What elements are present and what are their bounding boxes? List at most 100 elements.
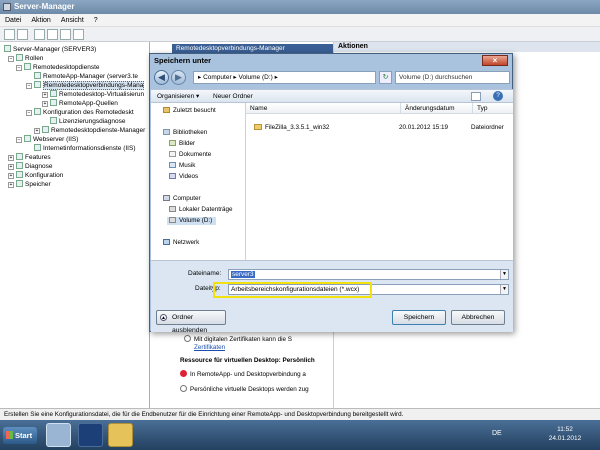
tree-item[interactable]: + Konfiguration (8, 171, 63, 180)
back-icon[interactable] (4, 29, 15, 40)
help-icon[interactable]: ? (493, 91, 503, 101)
chevron-down-icon[interactable]: ▼ (500, 270, 508, 279)
file-row[interactable]: FileZilla_3.3.5.1_win32 20.01.2012 15:19 D… (248, 123, 511, 133)
collapse-icon[interactable]: − (16, 137, 22, 143)
drive-icon (169, 217, 176, 223)
help-icon[interactable] (60, 29, 71, 40)
nav-libraries[interactable]: Bibliotheken (163, 129, 207, 137)
column-date[interactable]: Änderungsdatum (400, 103, 472, 114)
tree-item[interactable]: + Speicher (8, 180, 51, 189)
nav-recent[interactable]: Zuletzt besucht (163, 107, 216, 115)
tree-item[interactable]: + Remotedesktop-Virtualisierun (42, 90, 144, 99)
server-manager-taskbar-icon[interactable] (46, 423, 71, 447)
iis-icon (34, 144, 41, 151)
tree-item[interactable]: Server-Manager (SERVER3) (4, 45, 96, 54)
search-input[interactable]: Volume (D:) durchsuchen (395, 71, 510, 84)
configuration-root-icon (16, 171, 23, 178)
configuration-icon (34, 108, 41, 115)
dialog-title: Speichern unter (154, 56, 212, 65)
roles-icon (16, 54, 23, 61)
properties-icon[interactable] (73, 29, 84, 40)
nav-documents[interactable]: Dokumente (169, 151, 211, 159)
computer-icon (163, 195, 170, 201)
save-button[interactable]: Speichern (392, 310, 446, 325)
tree-item-selected[interactable]: − Remotedesktopverbindungs-Mana (26, 81, 145, 90)
expand-icon[interactable]: + (42, 101, 48, 107)
powershell-icon[interactable] (78, 423, 103, 447)
expand-icon[interactable]: + (42, 92, 48, 98)
start-button[interactable]: Start (3, 427, 37, 444)
nav-volume-d[interactable]: Volume (D:) (167, 217, 217, 225)
certificates-link[interactable]: Zertifikaten (194, 344, 225, 351)
menu-datei[interactable]: Datei (0, 14, 26, 27)
tree-item[interactable]: Internetinformationsdienste (IIS) (34, 144, 136, 153)
organize-button[interactable]: Organisieren ▾ (157, 90, 199, 103)
tree-item[interactable]: Lizenzierungsdiagnose (50, 117, 126, 126)
collapse-icon[interactable]: − (26, 110, 32, 116)
expand-icon[interactable]: + (8, 155, 14, 161)
cancel-button[interactable]: Abbrechen (451, 310, 505, 325)
tree-item[interactable]: RemoteApp-Manager (server3.te (34, 72, 138, 81)
folder-icon (254, 124, 262, 130)
up-folder-icon[interactable] (34, 29, 45, 40)
view-icon[interactable] (471, 92, 481, 101)
tree-item[interactable]: − Webserver (IIS) (16, 135, 78, 144)
navigation-pane: Zuletzt besucht Bibliotheken Bilder Doku… (151, 103, 246, 260)
chevron-down-icon[interactable]: ▼ (500, 285, 508, 294)
nav-videos[interactable]: Videos (169, 173, 198, 181)
tree-item[interactable]: + Features (8, 153, 51, 162)
tree-item[interactable]: + Remotedesktopdienste-Manager (34, 126, 145, 135)
column-name[interactable]: Name (246, 103, 400, 114)
toolbar (0, 27, 600, 42)
refresh-icon[interactable]: ↻ (379, 71, 392, 84)
expand-icon[interactable]: + (8, 182, 14, 188)
menu-ansicht[interactable]: Ansicht (56, 14, 89, 27)
clock[interactable]: 11:52 24.01.2012 (540, 425, 590, 443)
menu-aktion[interactable]: Aktion (26, 14, 55, 27)
tree-item[interactable]: + Diagnose (8, 162, 52, 171)
remoteapp-icon (34, 72, 41, 79)
server-manager-icon (3, 3, 11, 11)
new-folder-button[interactable]: Neuer Ordner (213, 90, 253, 103)
language-indicator[interactable]: DE (492, 428, 502, 440)
expand-icon[interactable]: + (34, 128, 40, 134)
collapse-icon[interactable]: − (8, 56, 14, 62)
window-title: Server-Manager (14, 2, 75, 11)
address-bar[interactable]: ▸ Computer ▸ Volume (D:) ▸ (193, 71, 376, 84)
forward-icon[interactable] (17, 29, 28, 40)
address-row: ◀ ▶ ▸ Computer ▸ Volume (D:) ▸ ↻ Volume … (154, 70, 510, 87)
explorer-icon[interactable] (108, 423, 133, 447)
nav-local-disk[interactable]: Lokaler Datenträge (169, 206, 233, 214)
licensing-icon (50, 117, 57, 124)
drive-icon (169, 206, 176, 212)
menubar: Datei Aktion Ansicht? (0, 14, 600, 27)
collapse-icon[interactable]: − (26, 83, 32, 89)
expand-icon[interactable]: + (8, 173, 14, 179)
show-hide-tree-icon[interactable] (47, 29, 58, 40)
tree-item[interactable]: − Remotedesktopdienste (16, 63, 100, 72)
expand-icon[interactable]: + (8, 164, 14, 170)
column-type[interactable]: Typ (472, 103, 513, 114)
menu-help[interactable]: ? (89, 14, 103, 27)
libraries-icon (163, 129, 170, 135)
chevron-up-icon: ▲ (160, 314, 167, 321)
hide-folders-button[interactable]: ▲ Ordner ausblenden (156, 310, 226, 334)
collapse-icon[interactable]: − (16, 65, 22, 71)
tree-item[interactable]: + RemoteApp-Quellen (42, 99, 118, 108)
filename-label: Dateiname: (188, 270, 222, 277)
filename-field[interactable]: server3 ▼ (228, 269, 509, 280)
storage-icon (16, 180, 23, 187)
nav-computer[interactable]: Computer (163, 195, 201, 203)
close-button[interactable]: × (482, 55, 508, 66)
network-icon (163, 239, 170, 245)
tree-item[interactable]: − Konfiguration des Remotedeskt (26, 108, 134, 117)
tree-item[interactable]: − Rollen (8, 54, 43, 63)
nav-music[interactable]: Musik (169, 162, 195, 170)
error-icon (180, 370, 187, 377)
column-headers: Name Änderungsdatum Typ (246, 103, 513, 114)
nav-pictures[interactable]: Bilder (169, 140, 195, 148)
nav-network[interactable]: Netzwerk (163, 239, 199, 247)
music-icon (169, 162, 176, 168)
back-icon[interactable]: ◀ (154, 70, 169, 85)
forward-icon[interactable]: ▶ (171, 70, 186, 85)
